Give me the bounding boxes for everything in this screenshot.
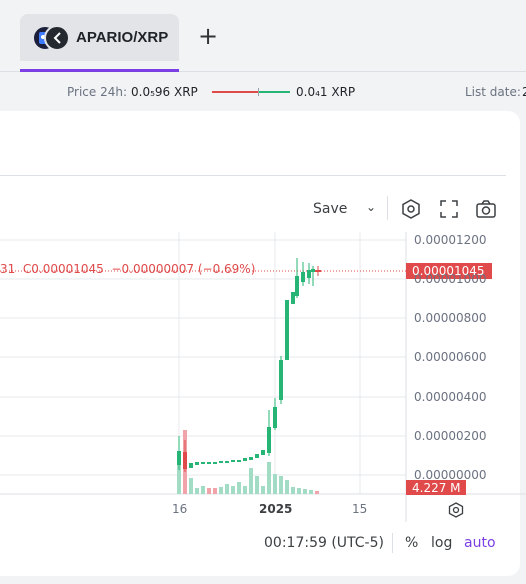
list-date-label: List date: — [465, 85, 521, 99]
price-tick: 0.00000000 — [414, 468, 487, 482]
log-scale-toggle[interactable]: log — [431, 535, 452, 551]
candles — [177, 258, 321, 472]
add-tab-button[interactable]: + — [196, 24, 220, 48]
price-tick: 0.00001200 — [414, 233, 487, 247]
clock-timezone[interactable]: 00:17:59 (UTC-5) — [264, 535, 384, 551]
last-price-tag: 0.00001045 — [412, 264, 485, 278]
active-tab-indicator — [20, 69, 179, 72]
price24h-label: Price 24h: — [67, 85, 128, 99]
footer-divider — [392, 533, 393, 553]
price-tick: 0.00000600 — [414, 350, 487, 364]
percent-scale-toggle[interactable]: % — [405, 535, 418, 551]
price-range-bar — [212, 88, 290, 96]
time-tick: 16 — [172, 502, 188, 516]
price-tick: 0.00000400 — [414, 390, 487, 404]
tab-bar: APARIO/XRP + — [0, 0, 526, 72]
pair-logo-icon — [32, 25, 70, 51]
time-tick: 15 — [352, 502, 368, 516]
price-tick: 0.00000200 — [414, 429, 487, 443]
settings-hexagon-icon[interactable] — [400, 198, 422, 220]
save-button[interactable]: Save — [313, 201, 347, 217]
toolbar-divider — [387, 196, 388, 220]
list-date-value: 2 — [522, 85, 526, 99]
price-tick: 0.00000800 — [414, 311, 487, 325]
time-tick: 2025 — [259, 502, 293, 516]
axis-settings-icon[interactable] — [447, 501, 465, 519]
ohlc-legend: 31 C0.00001045 −0.00000007 (−0.69%) — [0, 262, 256, 276]
price24h-high: 0.0₄1 XRP — [296, 85, 356, 99]
price24h-low: 0.0₅96 XRP — [131, 85, 198, 99]
volume-tag: 4.227 M — [412, 481, 461, 495]
save-dropdown-icon[interactable]: ⌄ — [366, 200, 376, 214]
tab-pair[interactable]: APARIO/XRP — [20, 14, 179, 61]
camera-icon[interactable] — [475, 198, 497, 220]
auto-scale-toggle[interactable]: auto — [464, 535, 496, 551]
panel-divider — [0, 175, 506, 176]
pair-label: APARIO/XRP — [76, 29, 169, 46]
fullscreen-icon[interactable] — [438, 198, 460, 220]
info-bar: Price 24h: 0.0₅96 XRP 0.0₄1 XRP List dat… — [0, 73, 526, 111]
